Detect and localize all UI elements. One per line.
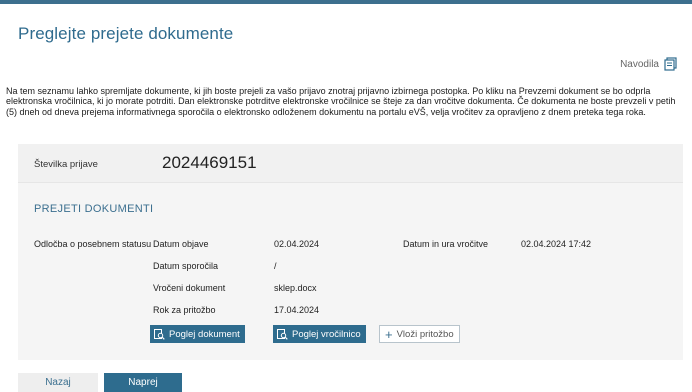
published-date-label: Datum objave	[153, 239, 209, 249]
message-date-label: Datum sporočila	[153, 261, 219, 271]
delivered-document-label: Vročeni dokument	[153, 283, 226, 293]
application-panel: Številka prijave 2024469151 PREJETI DOKU…	[18, 144, 683, 360]
view-document-button[interactable]: Poglej dokument	[150, 325, 245, 343]
page-title: Preglejte prejete dokumente	[18, 24, 234, 43]
view-receipt-button[interactable]: Poglej vročilnico	[273, 325, 366, 343]
plus-icon: +	[385, 326, 393, 342]
appeal-deadline-label: Rok za pritožbo	[153, 305, 216, 315]
back-button[interactable]: Nazaj	[18, 373, 98, 392]
view-document-label: Poglej dokument	[169, 328, 240, 340]
published-date-value: 02.04.2024	[274, 239, 320, 249]
appeal-deadline-value: 17.04.2024	[274, 305, 320, 315]
received-documents-section: PREJETI DOKUMENTI Odločba o posebnem sta…	[18, 182, 683, 360]
help-link[interactable]: Navodila	[620, 57, 678, 71]
next-button[interactable]: Naprej	[104, 373, 182, 392]
view-receipt-label: Poglej vročilnico	[292, 328, 361, 340]
application-header: Številka prijave 2024469151	[18, 144, 683, 182]
intro-text: Na tem seznamu lahko spremljate dokument…	[6, 86, 676, 117]
application-number: 2024469151	[162, 153, 257, 172]
delivery-datetime-label: Datum in ura vročitve	[403, 239, 489, 249]
help-label: Navodila	[620, 58, 659, 70]
delivered-document-value: sklep.docx	[274, 283, 317, 293]
top-accent-bar	[0, 0, 692, 4]
document-name: Odločba o posebnem statusu	[34, 239, 152, 249]
application-number-label: Številka prijave	[34, 159, 98, 170]
submit-appeal-button[interactable]: + Vloži pritožbo	[379, 325, 460, 343]
document-search-icon	[154, 328, 165, 340]
message-date-value: /	[274, 261, 277, 271]
document-search-icon	[277, 328, 288, 340]
submit-appeal-label: Vloži pritožbo	[396, 328, 454, 340]
delivery-datetime-value: 02.04.2024 17:42	[521, 239, 592, 249]
section-title: PREJETI DOKUMENTI	[34, 203, 154, 215]
document-help-icon	[664, 57, 678, 71]
